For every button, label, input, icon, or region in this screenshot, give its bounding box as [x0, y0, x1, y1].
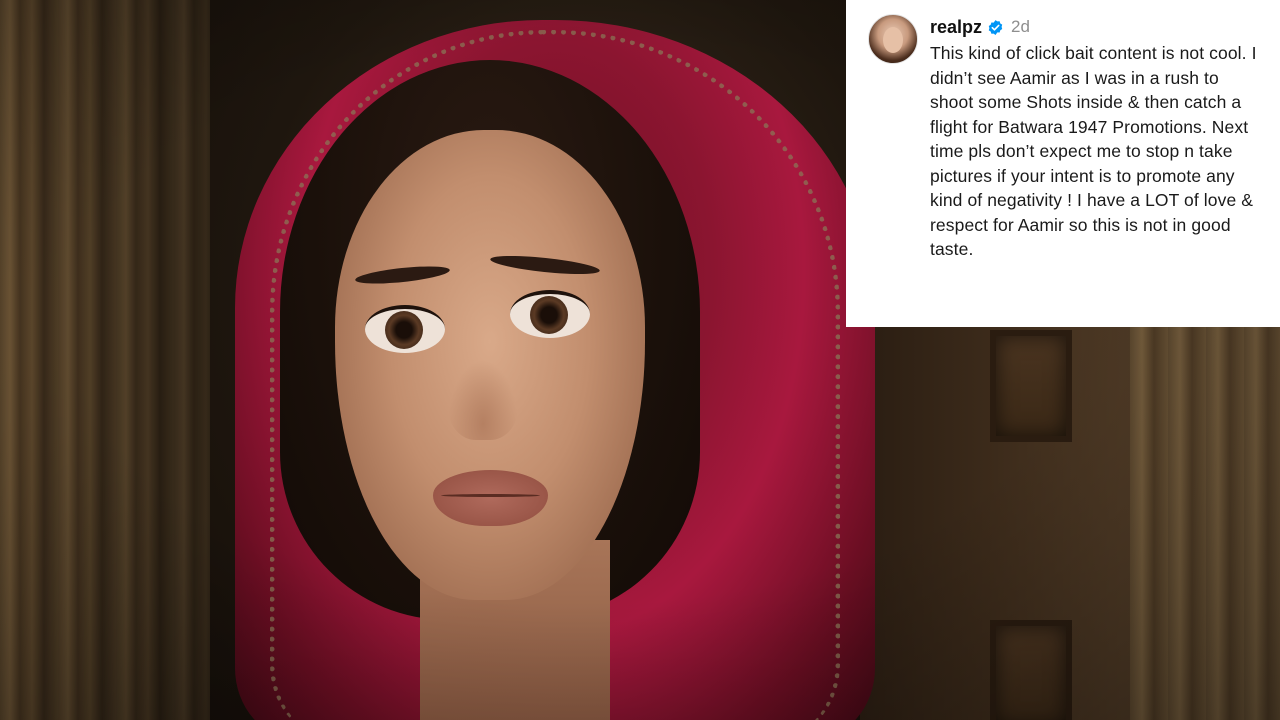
- right-iris: [530, 296, 568, 334]
- lips: [433, 470, 548, 526]
- door-panel: [990, 620, 1072, 720]
- right-eye: [510, 290, 590, 338]
- background-curtain: [0, 0, 210, 720]
- comment-username[interactable]: realpz: [930, 17, 982, 38]
- verified-badge-icon: [988, 19, 1003, 35]
- instagram-comment-card: realpz 2d This kind of click bait conten…: [846, 0, 1280, 327]
- left-eye: [365, 305, 445, 353]
- comment-body: realpz 2d This kind of click bait conten…: [930, 14, 1264, 315]
- avatar[interactable]: [868, 14, 918, 64]
- comment-timestamp: 2d: [1011, 17, 1030, 36]
- avatar-face: [883, 27, 903, 53]
- nose: [448, 360, 518, 440]
- screenshot-stage: realpz 2d This kind of click bait conten…: [0, 0, 1280, 720]
- comment-text: This kind of click bait content is not c…: [930, 43, 1257, 259]
- left-iris: [385, 311, 423, 349]
- comment-header: realpz 2d: [930, 14, 1264, 40]
- door-panel: [990, 330, 1072, 442]
